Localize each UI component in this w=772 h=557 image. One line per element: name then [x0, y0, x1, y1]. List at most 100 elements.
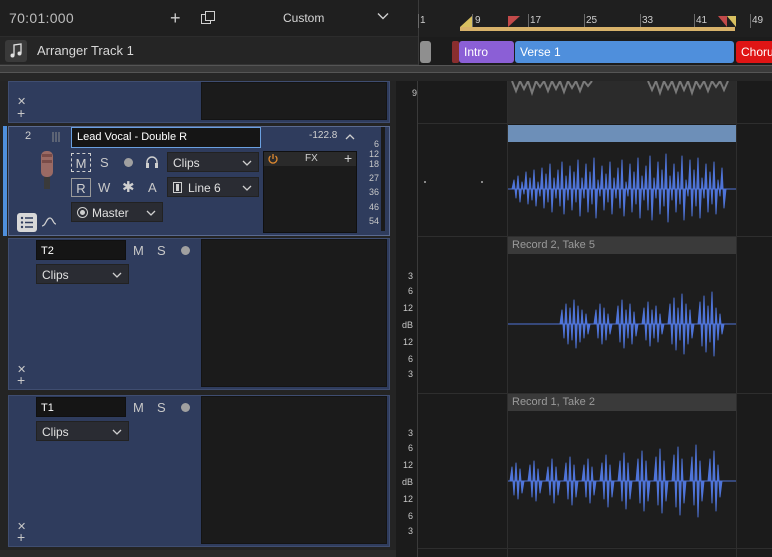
solo-button[interactable]: S — [157, 243, 166, 258]
mute-button[interactable]: M — [133, 400, 144, 415]
clip-name-label[interactable]: Record 1, Take 2 — [508, 394, 736, 411]
clip-mode-dropdown[interactable]: Clips — [167, 152, 259, 172]
meter-scale-label: 27 — [368, 173, 379, 183]
power-icon[interactable] — [267, 153, 279, 168]
plus-icon[interactable]: + — [17, 530, 25, 544]
timecode-display[interactable]: 70:01:000 — [9, 10, 74, 26]
audio-clip-t1[interactable] — [508, 411, 736, 547]
clip-mode-dropdown[interactable]: Clips — [36, 421, 129, 441]
output-port-icon — [77, 207, 88, 218]
list-icon[interactable] — [17, 213, 37, 232]
db-scale-label: 6 — [407, 511, 413, 521]
arranger-section-stub[interactable] — [420, 41, 431, 63]
clip-mode-dropdown[interactable]: Clips — [36, 264, 129, 284]
track-tray — [201, 239, 387, 387]
meter-scale-label: 18 — [368, 159, 379, 169]
plus-icon[interactable]: + — [170, 9, 181, 27]
arranger-section-intro[interactable]: Intro — [459, 41, 514, 63]
audio-clip-lead-vocal[interactable] — [508, 142, 736, 236]
arranger-track-header[interactable]: Arranger Track 1 — [0, 37, 418, 65]
track-header-t2[interactable]: T2 M S Clips ✕ + — [8, 238, 390, 390]
track-header-partial[interactable]: ✕ + — [8, 81, 390, 123]
record-arm-button[interactable] — [124, 158, 133, 167]
track-name-input[interactable]: T2 — [36, 240, 126, 260]
track-header-t1[interactable]: T1 M S Clips ✕ + — [8, 395, 390, 547]
transport-toolbar: 70:01:000 + Custom — [0, 0, 418, 37]
track-number: 2 — [25, 130, 32, 142]
db-scale-label: 12 — [402, 303, 413, 313]
read-automation-button[interactable]: R — [71, 178, 91, 197]
preset-dropdown[interactable]: Custom — [283, 11, 324, 25]
clip-mode-label: Clips — [42, 268, 69, 282]
track-name-input[interactable]: Lead Vocal - Double R — [71, 127, 261, 148]
plus-icon[interactable]: + — [344, 150, 352, 166]
db-scale-label: dB — [401, 477, 413, 487]
grid-line — [507, 81, 508, 557]
headphones-icon[interactable] — [145, 155, 159, 172]
db-scale-label: 6 — [407, 443, 413, 453]
ruler-tick: 25 — [586, 15, 598, 26]
ruler-tick: 33 — [642, 15, 654, 26]
db-scale-label: 6 — [407, 286, 413, 296]
clip-header-selected[interactable] — [508, 125, 736, 142]
automation-button[interactable]: A — [148, 180, 157, 195]
db-scale-label: 12 — [402, 337, 413, 347]
record-arm-button[interactable] — [181, 246, 190, 255]
output-dropdown[interactable]: Master — [71, 202, 163, 222]
ruler-tick: 17 — [530, 15, 542, 26]
mute-button[interactable]: M — [71, 153, 91, 172]
solo-button[interactable]: S — [100, 155, 109, 170]
bottom-scroll-area[interactable] — [0, 550, 396, 557]
plus-icon[interactable]: + — [17, 106, 25, 120]
header-lane-divider[interactable] — [417, 81, 418, 557]
chevron-down-icon — [146, 210, 156, 216]
plus-icon[interactable]: + — [17, 373, 25, 387]
track-name-input[interactable]: T1 — [36, 397, 126, 417]
lane-marker-dot — [481, 181, 483, 183]
write-automation-button[interactable]: W — [98, 180, 110, 195]
selected-track-indicator — [3, 126, 7, 236]
db-scale-label: dB — [401, 320, 413, 330]
audio-clip-partial[interactable] — [508, 81, 736, 123]
asterisk-icon[interactable]: ✱ — [122, 178, 135, 196]
track-header-lead-vocal[interactable]: 2 Lead Vocal - Double R -122.8 M S Clips… — [8, 126, 390, 236]
record-arm-button[interactable] — [181, 403, 190, 412]
arranger-section-stub[interactable] — [452, 41, 459, 63]
input-port-icon — [173, 182, 182, 193]
loop-range-bar[interactable] — [460, 27, 735, 31]
clip-name-label[interactable]: Record 2, Take 5 — [508, 237, 736, 254]
ruler-tick: 41 — [696, 15, 708, 26]
track-tray — [201, 396, 387, 544]
clip-mode-label: Clips — [173, 156, 200, 170]
db-scale-label: 3 — [407, 526, 413, 536]
clip-mode-label: Clips — [42, 425, 69, 439]
track-tray — [201, 82, 387, 120]
chevron-up-icon[interactable] — [345, 131, 355, 145]
duplicate-icon[interactable] — [200, 10, 216, 29]
arranger-section-chorus[interactable]: Chorus — [736, 41, 772, 63]
microphone-icon — [35, 149, 59, 196]
input-label: Line 6 — [188, 181, 221, 195]
ruler-tick: 9 — [475, 15, 481, 26]
arranger-divider[interactable] — [0, 65, 772, 73]
chevron-down-icon — [112, 429, 122, 435]
chevron-down-icon — [242, 185, 252, 191]
drag-handle-icon[interactable] — [51, 131, 61, 145]
fx-label: FX — [305, 153, 318, 164]
grid-line — [736, 81, 737, 557]
chevron-down-icon[interactable] — [376, 9, 390, 26]
mute-button[interactable]: M — [133, 243, 144, 258]
meter-scale-label: 36 — [368, 187, 379, 197]
db-scale-label: 12 — [402, 460, 413, 470]
audio-clip-t2[interactable] — [508, 254, 736, 392]
automation-curve-icon[interactable] — [41, 216, 57, 231]
meter-bar — [381, 127, 385, 231]
arranger-section-verse-1[interactable]: Verse 1 — [515, 41, 734, 63]
fx-rack[interactable]: FX + — [263, 150, 357, 233]
arranger-track-name[interactable]: Arranger Track 1 — [37, 43, 134, 58]
input-dropdown[interactable]: Line 6 — [167, 177, 259, 197]
db-scale-label: 3 — [407, 369, 413, 379]
meter-scale-label: 46 — [368, 202, 379, 212]
solo-button[interactable]: S — [157, 400, 166, 415]
ruler-tick: 49 — [752, 15, 764, 26]
